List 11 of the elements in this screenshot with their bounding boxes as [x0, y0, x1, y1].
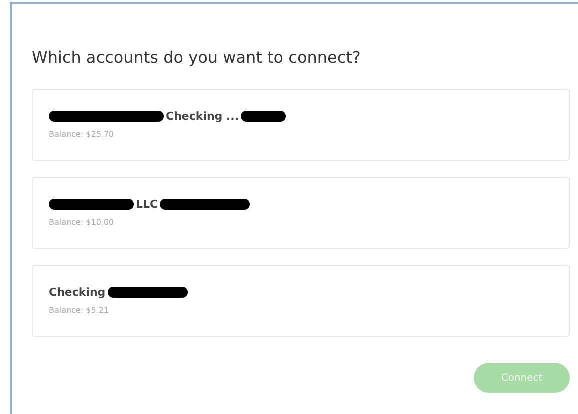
- account-card[interactable]: LLC Balance: $10.00: [32, 177, 570, 249]
- account-balance: Balance: $10.00: [49, 218, 116, 227]
- dialog-title: Which accounts do you want to connect?: [32, 48, 362, 67]
- account-balance: Balance: $25.70: [49, 130, 116, 139]
- account-name: LLC: [136, 198, 158, 210]
- account-name: Checking ...: [166, 110, 240, 122]
- account-balance: Balance: $5.21: [49, 306, 110, 315]
- account-card[interactable]: Checking Balance: $5.21: [32, 265, 570, 337]
- account-name: Checking: [49, 286, 106, 298]
- account-card[interactable]: Checking ... Balance: $25.70: [32, 89, 570, 161]
- redaction-mark: [241, 110, 286, 122]
